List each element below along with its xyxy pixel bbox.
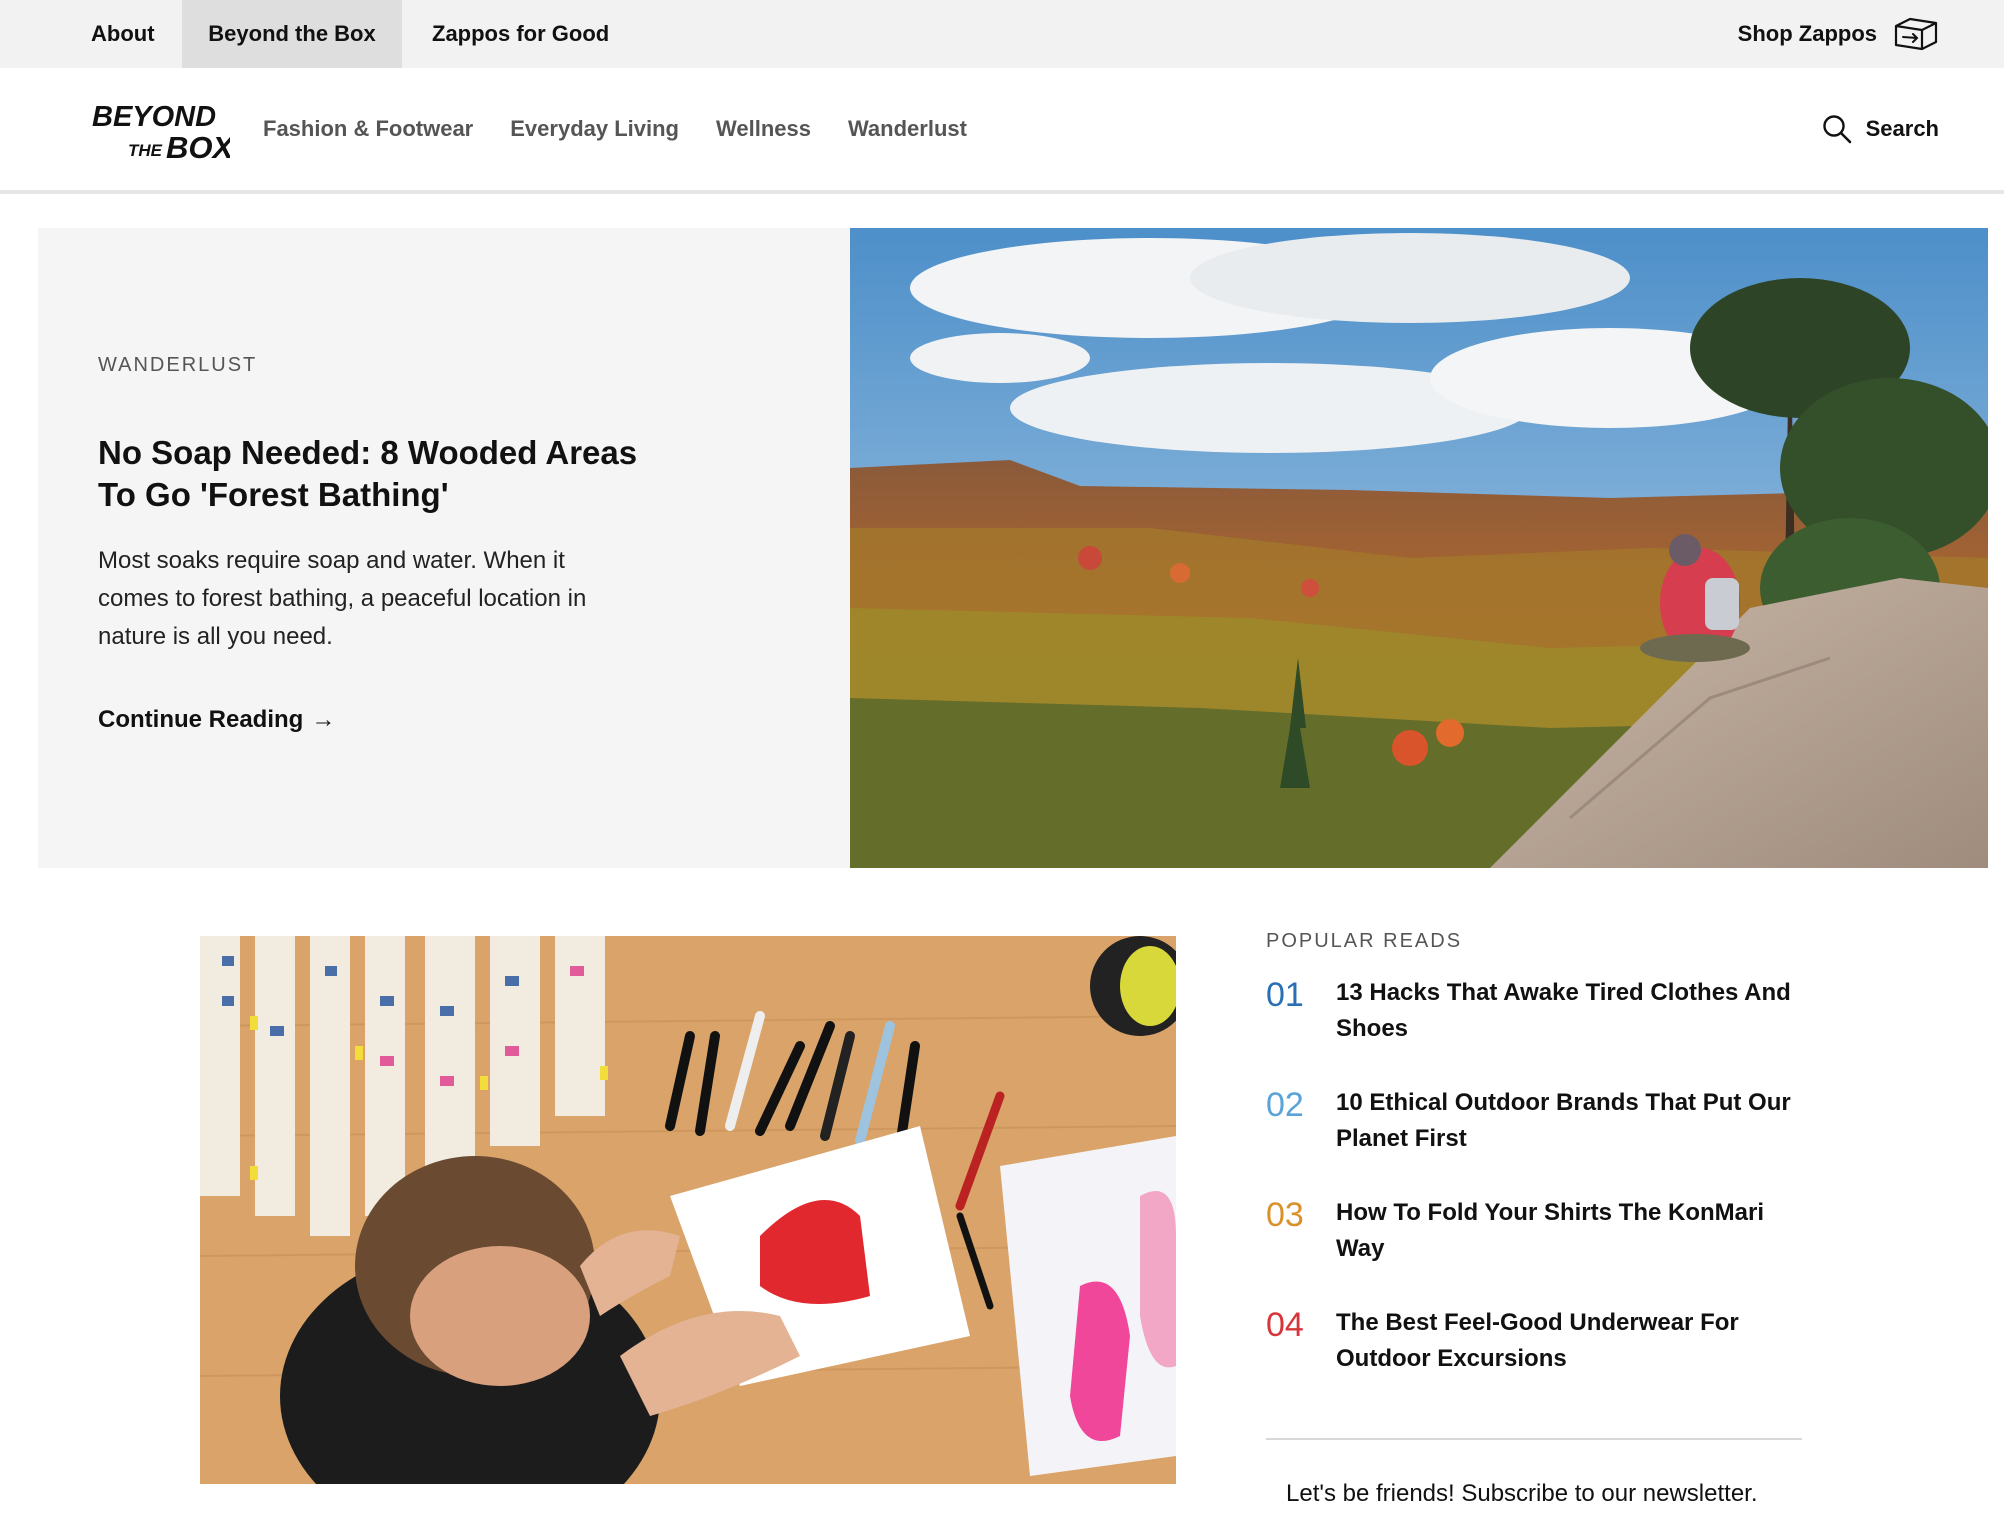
topnav-beyond-the-box[interactable]: Beyond the Box (182, 0, 402, 68)
hero-category[interactable]: WANDERLUST (98, 354, 257, 377)
featured-article-image-shoe-designer[interactable] (200, 936, 1176, 1484)
divider (1266, 1438, 1802, 1440)
topnav-about[interactable]: About (61, 0, 185, 68)
popular-item-title[interactable]: The Best Feel-Good Underwear For Outdoor… (1336, 1305, 1802, 1377)
hero-title[interactable]: No Soap Needed: 8 Wooded Areas To Go 'Fo… (98, 432, 658, 516)
hero-text-panel: WANDERLUST No Soap Needed: 8 Wooded Area… (38, 228, 850, 868)
nav-wellness[interactable]: Wellness (716, 116, 811, 142)
hero-description: Most soaks require soap and water. When … (98, 547, 587, 650)
newsletter-prompt[interactable]: Let's be friends! Subscribe to our newsl… (1286, 1480, 1758, 1508)
top-utility-bar: About Beyond the Box Zappos for Good Sho… (0, 0, 2004, 68)
topnav-zappos-for-good[interactable]: Zappos for Good (402, 0, 639, 68)
shop-zappos-link[interactable]: Shop Zappos (1738, 0, 1939, 68)
popular-reads-heading: POPULAR READS (1266, 930, 1463, 952)
nav-wanderlust[interactable]: Wanderlust (848, 116, 967, 142)
svg-text:BOX: BOX (166, 130, 230, 162)
designer-desk-illustration (200, 936, 1176, 1484)
popular-item[interactable]: 02 10 Ethical Outdoor Brands That Put Ou… (1266, 1085, 1802, 1157)
popular-reads: POPULAR READS 01 13 Hacks That Awake Tir… (1266, 930, 1802, 1415)
nav-fashion-footwear[interactable]: Fashion & Footwear (263, 116, 473, 142)
popular-item-number: 03 (1266, 1196, 1304, 1234)
popular-item[interactable]: 03 How To Fold Your Shirts The KonMari W… (1266, 1195, 1802, 1267)
svg-text:BEYOND: BEYOND (92, 101, 216, 133)
category-nav: Fashion & Footwear Everyday Living Welln… (263, 68, 1004, 190)
popular-item-title[interactable]: 13 Hacks That Awake Tired Clothes And Sh… (1336, 975, 1802, 1047)
popular-item-number: 01 (1266, 976, 1304, 1014)
shop-zappos-label: Shop Zappos (1737, 21, 1877, 46)
search-label: Search (1865, 116, 1939, 141)
forest-landscape-illustration (850, 228, 1988, 868)
nav-everyday-living[interactable]: Everyday Living (510, 116, 679, 142)
popular-item[interactable]: 04 The Best Feel-Good Underwear For Outd… (1266, 1305, 1802, 1377)
search-icon (1822, 115, 1851, 144)
popular-item-number: 04 (1266, 1306, 1304, 1344)
hero-feature: WANDERLUST No Soap Needed: 8 Wooded Area… (38, 228, 1988, 868)
main-navigation: BEYOND THE BOX Fashion & Footwear Everyd… (0, 68, 2004, 194)
svg-text:THE: THE (128, 141, 163, 160)
popular-item-number: 02 (1266, 1086, 1304, 1124)
arrow-right-icon: → (311, 706, 336, 733)
continue-reading-label: Continue Reading (98, 706, 304, 733)
continue-reading-link[interactable]: Continue Reading → (98, 706, 335, 734)
popular-item-title[interactable]: How To Fold Your Shirts The KonMari Way (1336, 1195, 1802, 1267)
search-button[interactable]: Search (1822, 68, 1939, 190)
hero-image-forest-hiker[interactable] (850, 228, 1988, 868)
popular-item[interactable]: 01 13 Hacks That Awake Tired Clothes And… (1266, 975, 1802, 1047)
popular-item-title[interactable]: 10 Ethical Outdoor Brands That Put Our P… (1336, 1085, 1802, 1157)
box-icon (1894, 17, 1938, 51)
beyond-the-box-logo[interactable]: BEYOND THE BOX (90, 96, 230, 162)
